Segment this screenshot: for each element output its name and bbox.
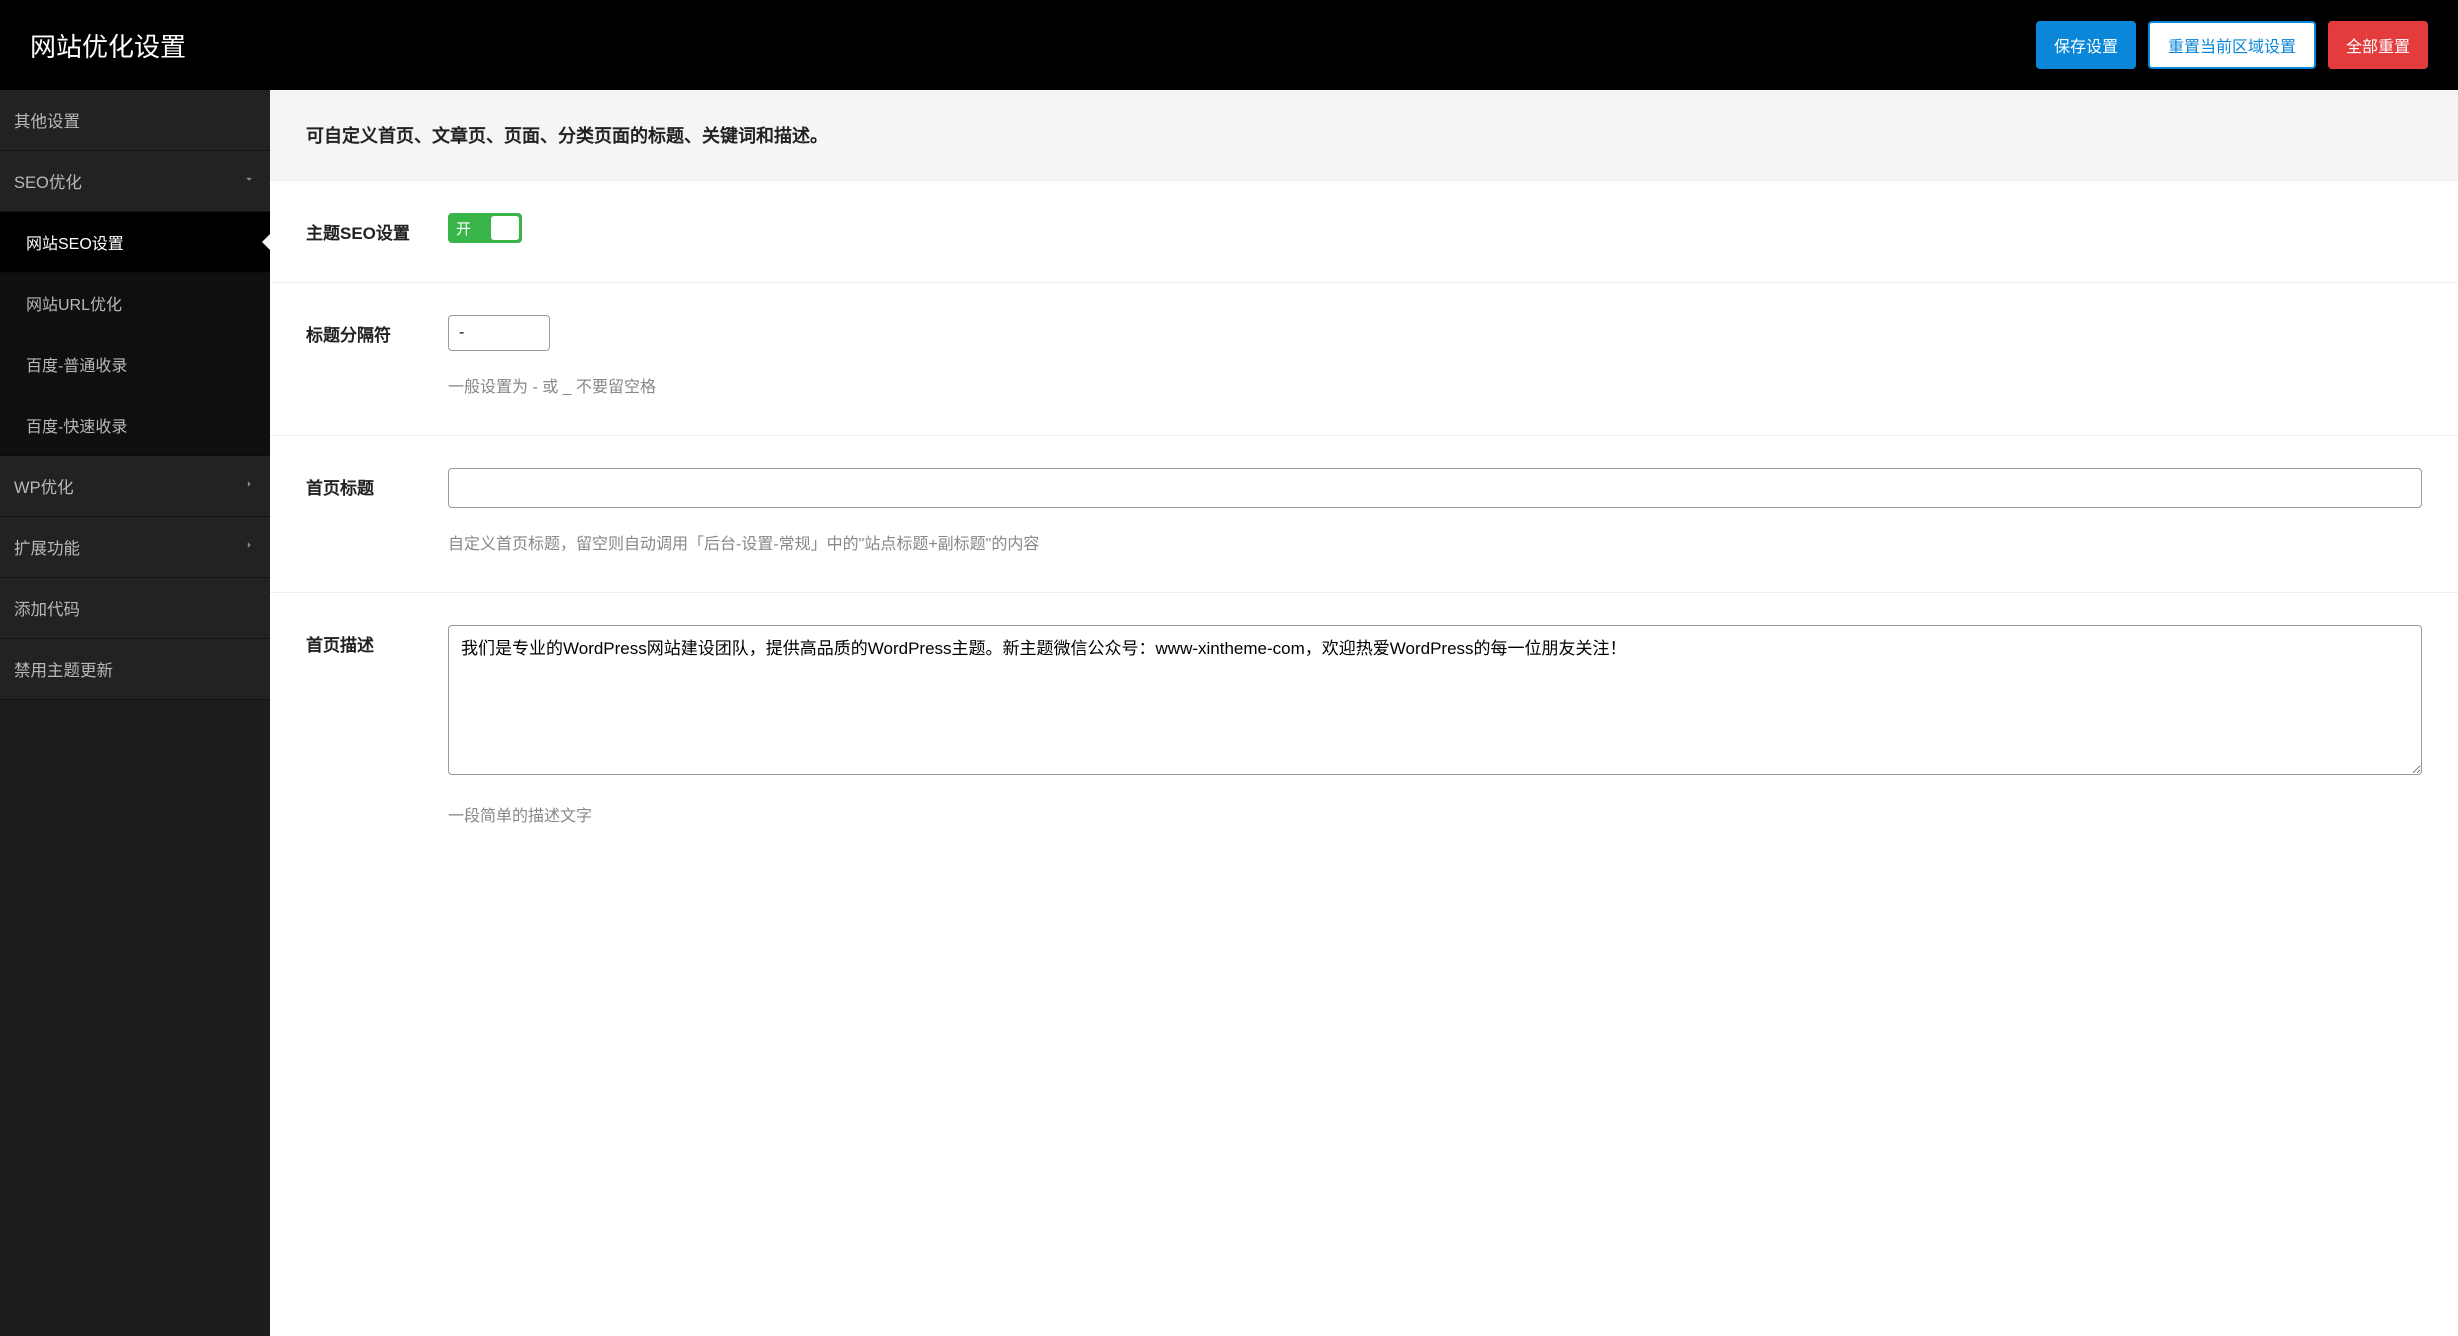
header: 网站优化设置 保存设置 重置当前区域设置 全部重置 bbox=[0, 0, 2458, 90]
chevron-down-icon bbox=[242, 172, 256, 191]
content-intro: 可自定义首页、文章页、页面、分类页面的标题、关键词和描述。 bbox=[270, 90, 2458, 181]
sidebar-item-seo[interactable]: SEO优化 bbox=[0, 151, 270, 212]
save-button[interactable]: 保存设置 bbox=[2036, 21, 2136, 69]
form-section-title-separator: 标题分隔符 一般设置为 - 或 _ 不要留空格 bbox=[270, 283, 2458, 436]
help-text: 一般设置为 - 或 _ 不要留空格 bbox=[448, 373, 2422, 397]
home-description-textarea[interactable] bbox=[448, 625, 2422, 775]
sidebar-subitem-baidu-fast[interactable]: 百度-快速收录 bbox=[0, 395, 270, 456]
toggle-knob bbox=[491, 216, 519, 240]
chevron-right-icon bbox=[242, 538, 256, 557]
sidebar-subitem-baidu-normal[interactable]: 百度-普通收录 bbox=[0, 334, 270, 395]
sidebar-item-label: 网站URL优化 bbox=[26, 297, 122, 314]
reset-section-button[interactable]: 重置当前区域设置 bbox=[2148, 21, 2316, 69]
title-separator-input[interactable] bbox=[448, 315, 550, 351]
sidebar-item-label: 其他设置 bbox=[14, 108, 80, 132]
sidebar-item-label: 禁用主题更新 bbox=[14, 657, 113, 681]
chevron-right-icon bbox=[242, 477, 256, 496]
reset-all-button[interactable]: 全部重置 bbox=[2328, 21, 2428, 69]
form-label: 首页标题 bbox=[306, 468, 448, 499]
sidebar-item-label: 添加代码 bbox=[14, 596, 80, 620]
sidebar-item-other-settings[interactable]: 其他设置 bbox=[0, 90, 270, 151]
sidebar-item-wp-optimize[interactable]: WP优化 bbox=[0, 456, 270, 517]
header-actions: 保存设置 重置当前区域设置 全部重置 bbox=[2036, 21, 2428, 69]
sidebar-subitem-url-optimize[interactable]: 网站URL优化 bbox=[0, 273, 270, 334]
sidebar-item-add-code[interactable]: 添加代码 bbox=[0, 578, 270, 639]
sidebar-item-label: WP优化 bbox=[14, 474, 74, 498]
form-label: 主题SEO设置 bbox=[306, 213, 448, 244]
form-label: 标题分隔符 bbox=[306, 315, 448, 346]
home-title-input[interactable] bbox=[448, 468, 2422, 508]
form-section-theme-seo: 主题SEO设置 开 bbox=[270, 181, 2458, 283]
sidebar-item-label: 百度-快速收录 bbox=[26, 419, 127, 436]
form-label: 首页描述 bbox=[306, 625, 448, 656]
help-text: 自定义首页标题，留空则自动调用「后台-设置-常规」中的"站点标题+副标题"的内容 bbox=[448, 530, 2422, 554]
sidebar-item-label: SEO优化 bbox=[14, 169, 82, 193]
sidebar-item-disable-update[interactable]: 禁用主题更新 bbox=[0, 639, 270, 700]
page-title: 网站优化设置 bbox=[30, 27, 186, 64]
sidebar-item-label: 扩展功能 bbox=[14, 535, 80, 559]
sidebar-item-extensions[interactable]: 扩展功能 bbox=[0, 517, 270, 578]
theme-seo-toggle[interactable]: 开 bbox=[448, 213, 522, 243]
toggle-label: 开 bbox=[456, 218, 471, 239]
form-section-home-description: 首页描述 一段简单的描述文字 bbox=[270, 593, 2458, 864]
sidebar-item-label: 网站SEO设置 bbox=[26, 236, 124, 253]
help-text: 一段简单的描述文字 bbox=[448, 802, 2422, 826]
content: 可自定义首页、文章页、页面、分类页面的标题、关键词和描述。 主题SEO设置 开 … bbox=[270, 90, 2458, 1336]
form-section-home-title: 首页标题 自定义首页标题，留空则自动调用「后台-设置-常规」中的"站点标题+副标… bbox=[270, 436, 2458, 593]
sidebar-subitem-site-seo[interactable]: 网站SEO设置 bbox=[0, 212, 270, 273]
sidebar: 其他设置 SEO优化 网站SEO设置 网站URL优化 百度-普通收录 百度-快速… bbox=[0, 90, 270, 1336]
sidebar-item-label: 百度-普通收录 bbox=[26, 358, 127, 375]
